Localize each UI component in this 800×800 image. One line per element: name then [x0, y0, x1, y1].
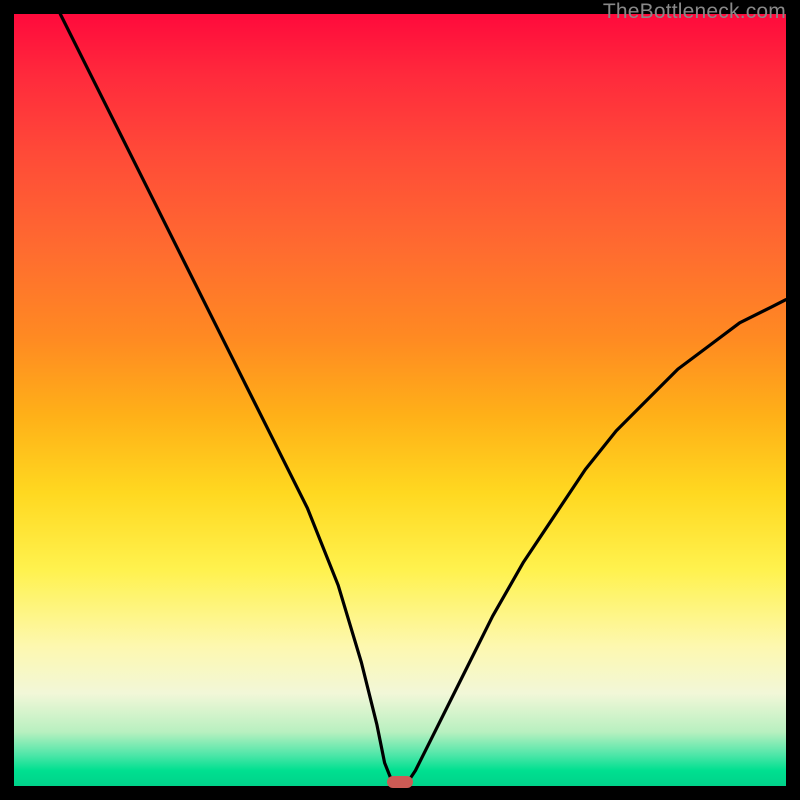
chart-frame: TheBottleneck.com — [0, 0, 800, 800]
watermark-text: TheBottleneck.com — [603, 0, 786, 24]
optimum-marker — [387, 776, 413, 788]
plot-area — [14, 14, 786, 786]
bottleneck-curve — [14, 14, 786, 786]
